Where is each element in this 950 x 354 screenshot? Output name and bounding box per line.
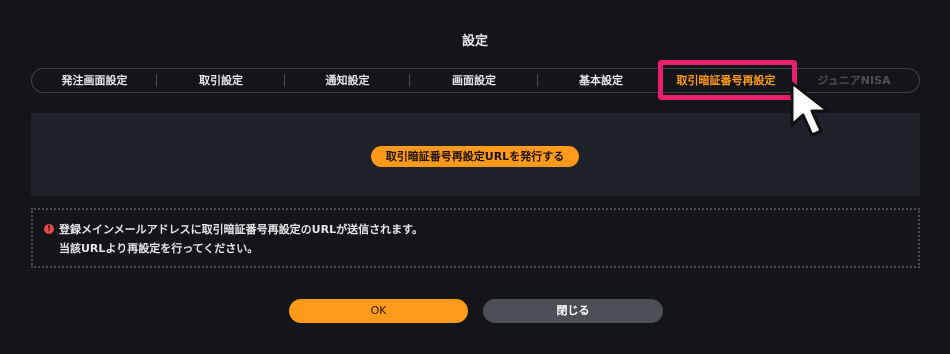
tab-trading-pin-reset[interactable]: 取引暗証番号再設定 [664, 69, 788, 92]
tab-screen-settings[interactable]: 画面設定 [410, 69, 538, 92]
tab-trade-settings[interactable]: 取引設定 [157, 69, 285, 92]
issue-reset-url-button[interactable]: 取引暗証番号再設定URLを発行する [371, 146, 579, 167]
info-icon: ! [44, 224, 54, 234]
tab-notification-settings[interactable]: 通知設定 [285, 69, 410, 92]
tab-junior-nisa[interactable]: ジュニアNISA [788, 69, 920, 92]
notice-line-1: 登録メインメールアドレスに取引暗証番号再設定のURLが送信されます。 [59, 223, 423, 236]
close-button[interactable]: 閉じる [483, 299, 663, 323]
notice-box [31, 208, 920, 268]
settings-tab-bar: 発注画面設定 取引設定 通知設定 画面設定 基本設定 取引暗証番号再設定 ジュニ… [31, 68, 920, 93]
notice-line-2: 当該URLより再設定を行ってください。 [59, 242, 259, 255]
tab-basic-settings[interactable]: 基本設定 [538, 69, 664, 92]
dialog-title: 設定 [461, 34, 488, 49]
ok-button[interactable]: OK [289, 299, 468, 323]
tab-order-screen-settings[interactable]: 発注画面設定 [32, 69, 157, 92]
